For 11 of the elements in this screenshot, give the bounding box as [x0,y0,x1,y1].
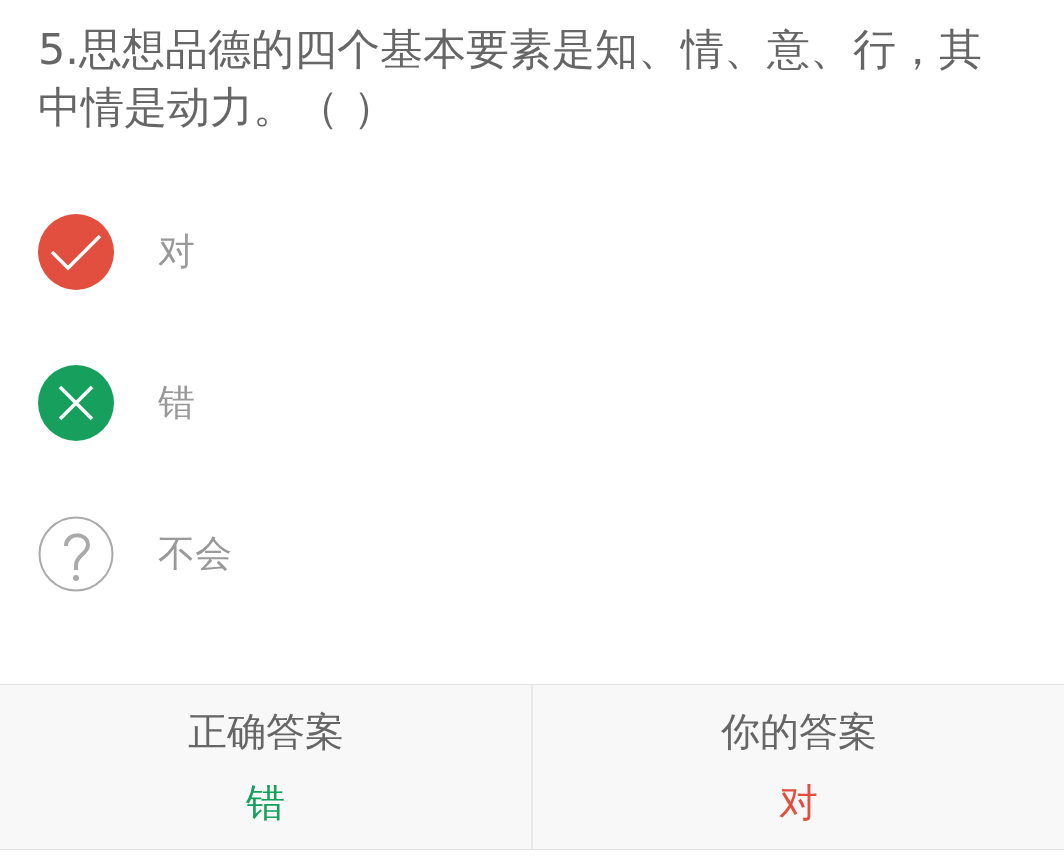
answer-heading: 你的答案 [720,708,877,756]
option-label[interactable]: 错 [158,374,195,431]
question-text: 5.思想品德的四个基本要素是知、情、意、行，其中情是动力。（ ） [37,23,984,134]
question-icon[interactable] [38,515,114,592]
check-icon[interactable] [38,213,114,290]
answer-value: 错 [246,778,285,827]
answer-value: 对 [779,778,818,827]
cross-icon[interactable] [38,364,114,441]
answer-heading: 正确答案 [187,708,344,756]
option-label[interactable]: 不会 [158,525,232,582]
option-label[interactable]: 对 [158,223,195,280]
